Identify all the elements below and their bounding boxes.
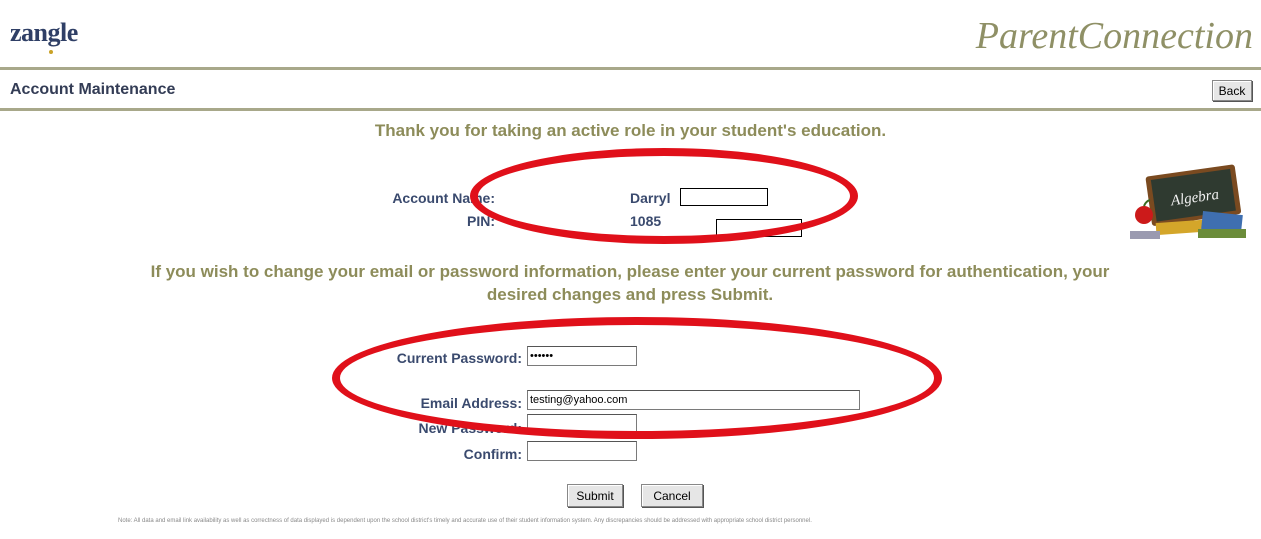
new-password-label: New Password: — [418, 420, 522, 436]
header-divider — [0, 67, 1261, 70]
email-field[interactable] — [527, 390, 860, 410]
logo-dot — [49, 50, 53, 54]
back-button[interactable]: Back — [1212, 80, 1252, 101]
page-title: Account Maintenance — [10, 81, 176, 98]
zangle-logo: zangle — [10, 18, 78, 47]
account-name-label: Account Name: — [392, 190, 495, 206]
new-password-field[interactable] — [527, 414, 637, 434]
confirm-label: Confirm: — [463, 446, 522, 462]
chalkboard-image: Algebra — [1130, 164, 1246, 239]
current-password-field[interactable] — [527, 346, 637, 366]
redaction-box — [680, 188, 768, 206]
pin-label: PIN: — [467, 213, 495, 229]
cancel-button[interactable]: Cancel — [641, 484, 703, 507]
thank-you-message: Thank you for taking an active role in y… — [374, 121, 887, 140]
toolbar-divider — [0, 108, 1261, 111]
instructions-text: If you wish to change your email or pass… — [150, 262, 1110, 304]
submit-button[interactable]: Submit — [567, 484, 623, 507]
account-name-value: Darryl — [630, 190, 671, 206]
brand-title: ParentConnection — [975, 15, 1253, 57]
redaction-box — [716, 219, 802, 237]
confirm-field[interactable] — [527, 441, 637, 461]
disclaimer-note: Note: All data and email link availabili… — [118, 518, 812, 524]
email-label: Email Address: — [420, 395, 522, 411]
pin-value: 1085 — [630, 213, 662, 229]
current-password-label: Current Password: — [396, 350, 522, 366]
